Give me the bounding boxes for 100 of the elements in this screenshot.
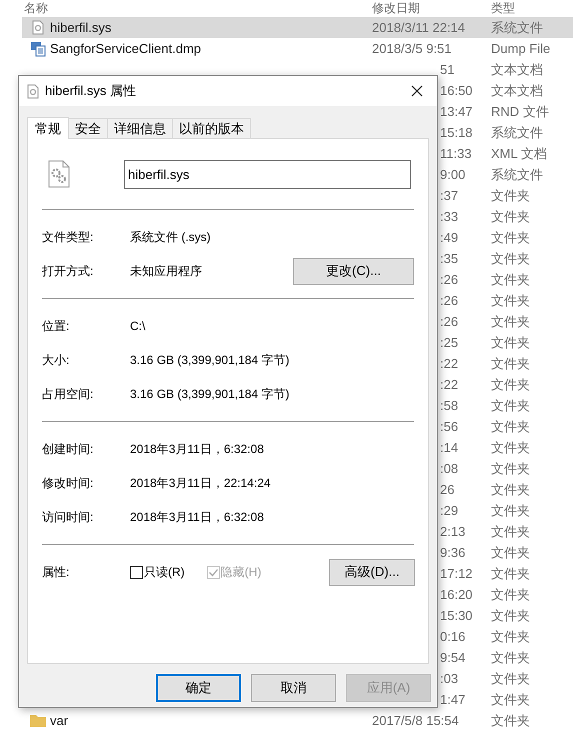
field-value: 系统文件 (.sys) (130, 230, 211, 244)
field-value: 3.16 GB (3,399,901,184 字节) (130, 353, 290, 367)
type-cell-text: 文件夹 (491, 250, 530, 268)
tab[interactable]: 安全 (68, 118, 108, 138)
type-cell-text: 文件夹 (491, 334, 530, 352)
type-cell-text: 文件夹 (491, 270, 530, 289)
name-field[interactable]: hiberfil.sys (124, 160, 411, 188)
date-cell: 16:20 (440, 586, 473, 602)
date-cell: 9:54 (440, 650, 466, 665)
field-value: 2018年3月11日，22:14:24 (130, 476, 271, 490)
date-cell: :25 (440, 334, 458, 350)
type-cell-text: 文件夹 (491, 712, 530, 730)
column-header[interactable]: 修改日期 (372, 1, 420, 15)
field-label: 属性: (42, 565, 70, 579)
date-cell: :35 (440, 250, 458, 266)
type-cell-text: 文件夹 (491, 544, 530, 562)
field-label: 创建时间: (42, 442, 94, 456)
field-label: 位置: (42, 319, 70, 333)
type-cell-text: 文件夹 (491, 564, 530, 583)
date-cell: 15:18 (440, 124, 473, 140)
file-row[interactable]: hiberfil.sys 2018/3/11 22:14 系统文件 (22, 17, 573, 38)
type-cell-text: 文件夹 (491, 292, 530, 310)
field-label: 大小: (42, 353, 70, 367)
date-cell: 9:36 (440, 544, 466, 560)
button[interactable]: 更改(C)... (293, 258, 414, 284)
date-cell: 9:00 (440, 166, 466, 182)
date-cell: 2018/3/5 9:51 (372, 40, 452, 56)
date-cell: 13:47 (440, 104, 473, 119)
file-name[interactable]: var (50, 710, 68, 730)
type-cell-text: 系统文件 (491, 166, 543, 184)
type-cell-text: 文件夹 (491, 502, 530, 520)
date-cell: :58 (440, 398, 458, 413)
button[interactable]: 取消 (251, 674, 336, 702)
date-cell: 26 (440, 482, 454, 497)
field-value: C:\ (130, 319, 146, 333)
type-cell-text: 文件夹 (491, 354, 530, 373)
date-cell: :49 (440, 230, 458, 245)
field-label: 文件类型: (42, 230, 94, 244)
checkmark-icon (208, 566, 219, 578)
date-cell: 16:50 (440, 82, 473, 98)
button: 应用(A) (346, 674, 431, 702)
tab[interactable]: 详细信息 (107, 118, 173, 138)
type-cell-text: 文件夹 (491, 376, 530, 394)
document-icon (30, 40, 46, 56)
type-cell-text: 文本文档 (491, 60, 543, 79)
date-cell: :33 (440, 208, 458, 224)
date-cell: 15:30 (440, 608, 473, 623)
type-cell-text: 文件夹 (491, 208, 530, 226)
type-cell-text: 文件夹 (491, 418, 530, 436)
type-cell-text: 文本文档 (491, 82, 543, 100)
date-cell: 51 (440, 62, 454, 77)
field-label: 占用空间: (42, 387, 94, 401)
date-cell: :26 (440, 292, 458, 308)
date-cell: 11:33 (440, 146, 472, 161)
date-cell: :08 (440, 460, 458, 476)
type-cell-text: 文件夹 (491, 586, 530, 604)
date-cell: :22 (440, 356, 458, 371)
close-icon[interactable] (411, 85, 423, 97)
column-header[interactable]: 类型 (491, 1, 515, 15)
column-header[interactable]: 名称 (24, 1, 48, 15)
file-name[interactable]: hiberfil.sys (50, 18, 112, 38)
checkbox[interactable]: 只读(R) (130, 563, 185, 581)
type-cell-text: 系统文件 (491, 124, 543, 142)
field-value: 2018年3月11日，6:32:08 (130, 510, 264, 524)
date-cell: 1:47 (440, 692, 466, 707)
date-cell: :26 (440, 272, 458, 287)
type-cell-text: 文件夹 (491, 460, 530, 478)
date-cell: 2017/5/8 15:54 (372, 712, 459, 728)
date-cell: :26 (440, 314, 458, 329)
type-cell-text: Dump File (491, 40, 550, 58)
date-cell: :14 (440, 440, 458, 455)
date-cell: 2018/3/11 22:14 (372, 20, 466, 35)
type-cell-text: 文件夹 (491, 480, 530, 499)
type-cell-text: 文件夹 (491, 396, 530, 415)
date-cell: :03 (440, 670, 458, 686)
date-cell: 2:13 (440, 524, 466, 539)
type-cell-text: 文件夹 (491, 628, 530, 646)
type-cell-text: 文件夹 (491, 228, 530, 247)
type-cell-text: 文件夹 (491, 438, 530, 457)
date-cell: 0:16 (440, 628, 466, 644)
field-value: 未知应用程序 (130, 264, 202, 278)
field-value: 2018年3月11日，6:32:08 (130, 442, 264, 456)
field-label: 打开方式: (42, 264, 94, 278)
type-cell-text: 文件夹 (491, 606, 530, 625)
button[interactable]: 确定 (156, 674, 241, 702)
button[interactable]: 高级(D)... (329, 558, 415, 586)
date-cell: :29 (440, 502, 458, 518)
field-label: 修改时间: (42, 476, 94, 490)
file-name[interactable]: SangforServiceClient.dmp (50, 38, 202, 58)
type-cell-text: RND 文件 (491, 102, 549, 121)
tab[interactable]: 常规 (27, 117, 69, 139)
folder-icon (30, 714, 46, 727)
date-cell: :22 (440, 376, 458, 392)
type-cell-text: XML 文档 (491, 144, 547, 163)
tab[interactable]: 以前的版本 (172, 118, 251, 138)
window-title: hiberfil.sys 属性 (45, 82, 136, 100)
type-cell-text: 文件夹 (491, 186, 530, 205)
date-cell: 17:12 (440, 566, 473, 581)
field-label: 访问时间: (42, 510, 94, 524)
type-cell-text: 文件夹 (491, 690, 530, 709)
